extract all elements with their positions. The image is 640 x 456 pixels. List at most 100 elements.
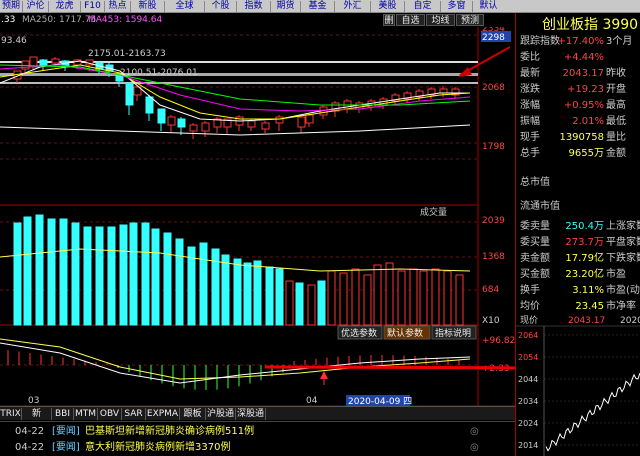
volume-bar — [187, 246, 196, 326]
menu-item-0[interactable]: 预期 — [0, 1, 22, 12]
volume-bar — [163, 232, 172, 326]
indicator-tab-5[interactable]: SAR — [122, 408, 146, 420]
volume-bar — [211, 248, 220, 326]
volume-bar — [243, 262, 252, 326]
quote-extra-label: 市净率 — [606, 301, 636, 312]
indicator-tab-6[interactable]: EXPMA — [146, 408, 180, 420]
header-button-3[interactable]: 预测 — [456, 14, 484, 26]
volume-bar — [107, 226, 116, 326]
news-tag: [要闻] — [52, 426, 80, 437]
candle-body — [177, 118, 186, 128]
header-button-1[interactable]: 自选 — [396, 14, 425, 26]
news-row[interactable]: 04-22 [要闻] 意大利新冠肺炎病例新增3370例 ◎ — [0, 440, 515, 456]
quote-row-r1: 跟踪指数 +17.40% 3个月 — [520, 34, 640, 49]
candle-body — [167, 116, 176, 126]
news-panel: 04-22 [要闻] 巴基斯坦新增新冠肺炎确诊病例511例 ◎ 04-22 [要闻] 意大利… — [0, 421, 515, 456]
volume-bar — [253, 260, 262, 326]
mini-tick: 2024 — [518, 419, 538, 428]
quote-row-r9: 总市值 — [520, 175, 640, 190]
candle-body — [439, 88, 448, 94]
news-text[interactable]: 意大利新冠肺炎病例新增3370例 — [85, 440, 230, 456]
volume-bar — [431, 268, 440, 326]
volume-bar — [275, 268, 284, 326]
volume-bar — [151, 228, 160, 326]
indicator-tab-1[interactable]: 新DMA — [22, 408, 52, 431]
volume-bar — [199, 242, 208, 326]
news-row[interactable]: 04-22 [要闻] 巴基斯坦新增新冠肺炎确诊病例511例 ◎ — [0, 424, 515, 440]
volume-bar — [175, 238, 184, 326]
quote-value: +4.44% — [563, 52, 604, 63]
indicator-tab-9[interactable]: 沪股通 — [206, 408, 236, 420]
quote-extra-label: 开盘 — [606, 84, 626, 95]
indicator-tab-4[interactable]: OBV — [98, 408, 122, 420]
volume-title: 成交量 — [420, 206, 447, 218]
quote-label: 委比 — [520, 52, 540, 63]
volume-bar — [221, 254, 230, 326]
news-icon[interactable]: ◎ — [470, 424, 479, 440]
quote-value: 17.79亿 — [565, 253, 604, 264]
mini-year: 2020 — [620, 316, 640, 326]
header-button-0[interactable]: 删 — [383, 14, 395, 26]
news-text[interactable]: 巴基斯坦新增新冠肺炎确诊病例511例 — [85, 424, 254, 440]
quote-value: 3.11% — [572, 285, 604, 296]
header-button-2[interactable]: 均线 — [426, 14, 455, 26]
quote-extra-label: 量比 — [606, 132, 626, 143]
menu-item-8[interactable]: 指数 — [236, 1, 270, 12]
indicator-tab-10[interactable]: 深股通 — [236, 408, 266, 420]
quote-row-r2: 委比 +4.44% — [520, 50, 640, 65]
indicator-tab-3[interactable]: MTM — [74, 408, 98, 420]
menu-item-9[interactable]: 期货 — [270, 1, 300, 12]
menu-item-10[interactable]: 基金 — [300, 1, 334, 12]
menu-item-2[interactable]: 龙虎 — [48, 1, 80, 12]
menu-item-15[interactable]: 默认 — [472, 1, 504, 12]
quote-value: 2043.17 — [562, 68, 604, 79]
volume-bar — [373, 264, 382, 326]
menu-item-12[interactable]: 美股 — [370, 1, 404, 12]
candle-body — [157, 108, 166, 124]
volume-bar — [119, 224, 128, 326]
menu-item-3[interactable]: F10 — [80, 1, 104, 12]
quote-extra-label: 上涨家数 — [606, 221, 640, 232]
quote-value: 1390758 — [559, 132, 604, 143]
menu-item-5[interactable]: 新股 — [130, 1, 164, 12]
quote-extra-label: 平盘家数 — [606, 237, 640, 248]
quote-row-r6: 振幅 2.01% 最低 — [520, 114, 640, 129]
month-label-04: 04 — [306, 396, 318, 406]
volume-bar — [339, 272, 348, 326]
quote-label: 总市值 — [520, 177, 550, 188]
left-top-value: 93.46 — [1, 36, 27, 46]
quote-label: 总手 — [520, 148, 540, 159]
quote-extra-label: 昨收 — [606, 68, 626, 79]
news-icon[interactable]: ◎ — [470, 440, 479, 456]
range-annotation-2: 2100.51-2076.01 — [120, 68, 198, 78]
candle-body — [247, 120, 256, 128]
candle-body — [39, 59, 48, 66]
menu-item-4[interactable]: 热点 — [104, 1, 130, 12]
volume-bar — [317, 280, 326, 326]
kline-chart[interactable]: 233422982068179820391368684X10+96.82+2.3… — [0, 27, 515, 421]
volume-bar — [295, 282, 304, 326]
indicator-tab-8[interactable]: 跟板 — [180, 408, 206, 420]
menu-item-1[interactable]: 沪伦 — [22, 1, 48, 12]
menu-item-7[interactable]: 个股 — [204, 1, 236, 12]
menu-item-6[interactable]: 全球 — [164, 1, 204, 12]
candle-body — [145, 96, 154, 114]
menu-item-14[interactable]: 多窗 — [440, 1, 472, 12]
quote-row-r11: 委卖量 250.4万上涨家数 — [520, 219, 640, 234]
volume-bar — [327, 270, 336, 326]
volume-bar — [385, 262, 394, 326]
indicator-tab-2[interactable]: BBI — [52, 408, 74, 420]
quote-value: 250.4万 — [565, 221, 604, 232]
quote-label: 均价 — [520, 301, 540, 312]
volume-bar — [265, 266, 274, 326]
quote-label: 现手 — [520, 132, 540, 143]
mini-tick: 2064 — [518, 331, 538, 340]
indicator-tab-0[interactable]: TRIX — [0, 408, 22, 420]
mini-tick: 2044 — [518, 375, 538, 384]
quote-value: 2.01% — [572, 116, 604, 127]
menu-item-11[interactable]: 外汇 — [334, 1, 370, 12]
volume-bar — [13, 222, 22, 326]
quote-label: 振幅 — [520, 116, 540, 127]
menu-item-13[interactable]: 自定 — [404, 1, 440, 12]
param-button-label-1: 默认参数 — [387, 327, 423, 339]
